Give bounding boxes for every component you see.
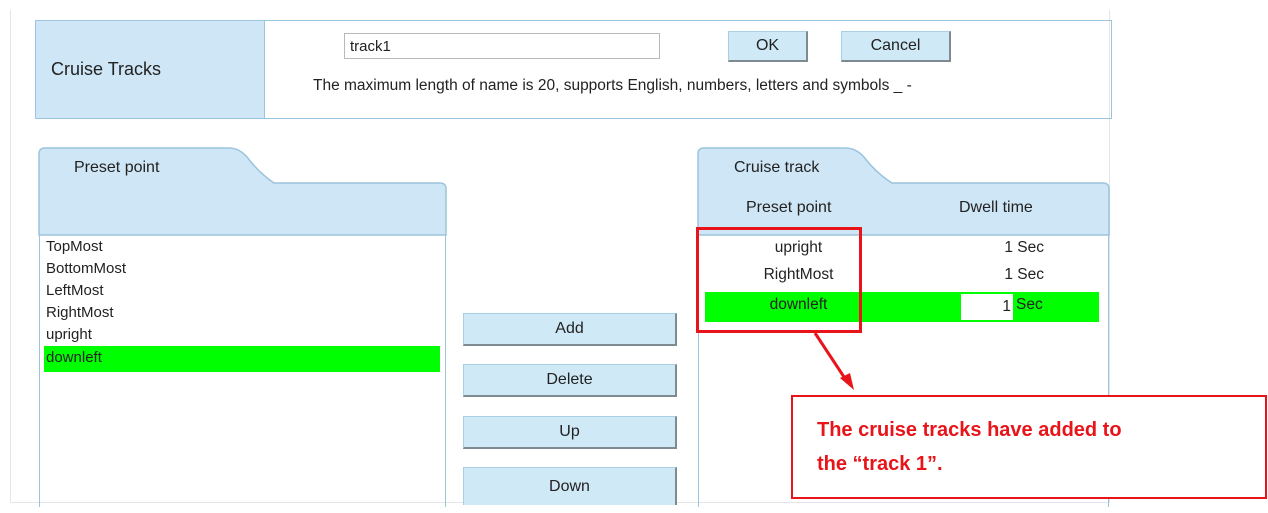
- annotation-highlight-box: [696, 227, 862, 333]
- annotation-arrow: [813, 332, 854, 390]
- cruise-tracks-label-cell: Cruise Tracks: [36, 21, 265, 118]
- callout-line-2: the “track 1”.: [817, 453, 943, 475]
- track-name-input[interactable]: [344, 33, 660, 59]
- dwell-time-field[interactable]: 1: [961, 294, 1013, 320]
- list-item[interactable]: RightMost: [44, 302, 440, 324]
- list-item[interactable]: upright: [44, 324, 440, 346]
- track-row-dwell: 1 Sec: [1004, 239, 1044, 256]
- up-button[interactable]: Up: [463, 416, 677, 449]
- preset-tab-label[interactable]: Preset point: [74, 159, 159, 177]
- dwell-time-unit: Sec: [1016, 296, 1043, 313]
- cancel-button[interactable]: Cancel: [841, 31, 951, 62]
- list-item-selected[interactable]: downleft: [44, 346, 440, 372]
- cruise-tab-label[interactable]: Cruise track: [734, 159, 819, 177]
- list-item[interactable]: LeftMost: [44, 280, 440, 302]
- name-hint-text: The maximum length of name is 20, suppor…: [313, 77, 912, 94]
- preset-list: TopMost BottomMost LeftMost RightMost up…: [44, 236, 440, 372]
- list-item[interactable]: BottomMost: [44, 258, 440, 280]
- list-item[interactable]: TopMost: [44, 236, 440, 258]
- delete-button[interactable]: Delete: [463, 364, 677, 397]
- ok-button[interactable]: OK: [728, 31, 808, 62]
- track-row-dwell: 1 Sec: [1004, 266, 1044, 283]
- column-header-dwell: Dwell time: [959, 199, 1033, 216]
- dwell-time-value: 1: [1002, 298, 1011, 315]
- annotation-callout: The cruise tracks have added to the “tra…: [791, 395, 1267, 499]
- cruise-tracks-label: Cruise Tracks: [51, 59, 162, 79]
- column-header-preset: Preset point: [746, 199, 832, 216]
- down-button[interactable]: Down: [463, 467, 677, 505]
- callout-line-1: The cruise tracks have added to: [817, 419, 1122, 441]
- add-button[interactable]: Add: [463, 313, 677, 346]
